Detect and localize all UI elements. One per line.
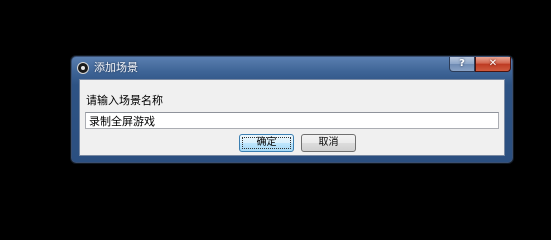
scene-name-prompt: 请输入场景名称 — [86, 94, 163, 107]
dialog-title: 添加场景 — [94, 61, 138, 74]
obs-icon — [77, 62, 89, 74]
desktop-background: 添加场景 ? ✕ 请输入场景名称 确定 取消 — [0, 0, 551, 210]
ok-button[interactable]: 确定 — [239, 134, 294, 152]
add-scene-dialog: 添加场景 ? ✕ 请输入场景名称 确定 取消 — [71, 56, 513, 163]
dialog-body: 请输入场景名称 确定 取消 — [79, 79, 505, 156]
title-bar[interactable]: 添加场景 ? ✕ — [72, 57, 512, 79]
cancel-button[interactable]: 取消 — [301, 134, 356, 152]
help-button[interactable]: ? — [449, 57, 475, 72]
scene-name-input[interactable] — [85, 112, 499, 129]
close-button[interactable]: ✕ — [475, 57, 511, 72]
